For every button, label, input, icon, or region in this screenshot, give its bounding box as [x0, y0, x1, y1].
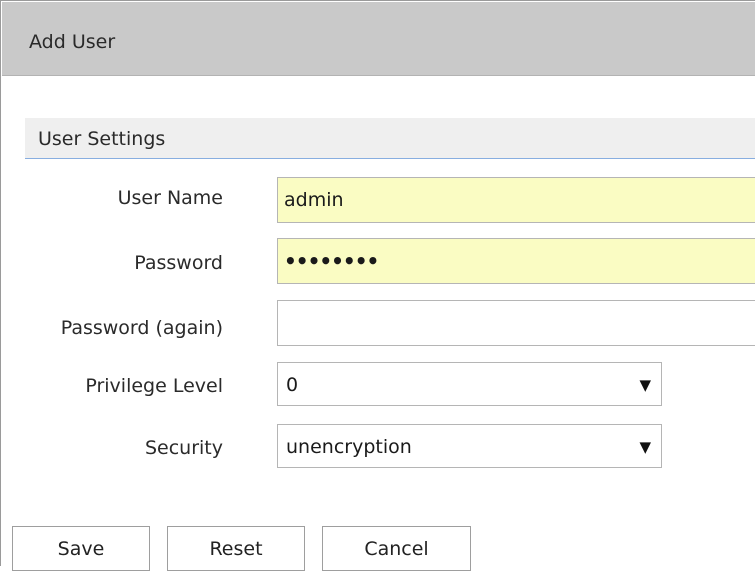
- save-button[interactable]: Save: [12, 526, 150, 571]
- user-settings-section-header: User Settings: [25, 118, 755, 159]
- user-name-value: admin: [284, 189, 344, 211]
- security-value: unencryption: [286, 436, 412, 458]
- dropdown-arrow-icon: ▼: [639, 438, 651, 456]
- dialog-title: Add User: [29, 31, 116, 53]
- dropdown-arrow-icon: ▼: [639, 376, 651, 394]
- section-title: User Settings: [38, 128, 166, 150]
- password-again-input[interactable]: [277, 300, 755, 346]
- reset-button[interactable]: Reset: [167, 526, 305, 571]
- security-label: Security: [144, 437, 223, 459]
- password-label: Password: [134, 252, 223, 274]
- password-input[interactable]: ••••••••: [277, 238, 755, 284]
- password-masked-value: ••••••••: [284, 249, 379, 273]
- cancel-button[interactable]: Cancel: [322, 526, 471, 571]
- privilege-level-label: Privilege Level: [85, 375, 223, 397]
- privilege-level-value: 0: [286, 374, 299, 396]
- user-name-label: User Name: [117, 187, 223, 209]
- dialog-title-bar: Add User: [2, 2, 755, 76]
- add-user-dialog: Add User User Settings User Name admin P…: [0, 0, 755, 571]
- security-select[interactable]: unencryption ▼: [277, 424, 662, 468]
- privilege-level-select[interactable]: 0 ▼: [277, 362, 662, 406]
- password-again-label: Password (again): [60, 317, 223, 339]
- user-name-input[interactable]: admin: [277, 177, 755, 223]
